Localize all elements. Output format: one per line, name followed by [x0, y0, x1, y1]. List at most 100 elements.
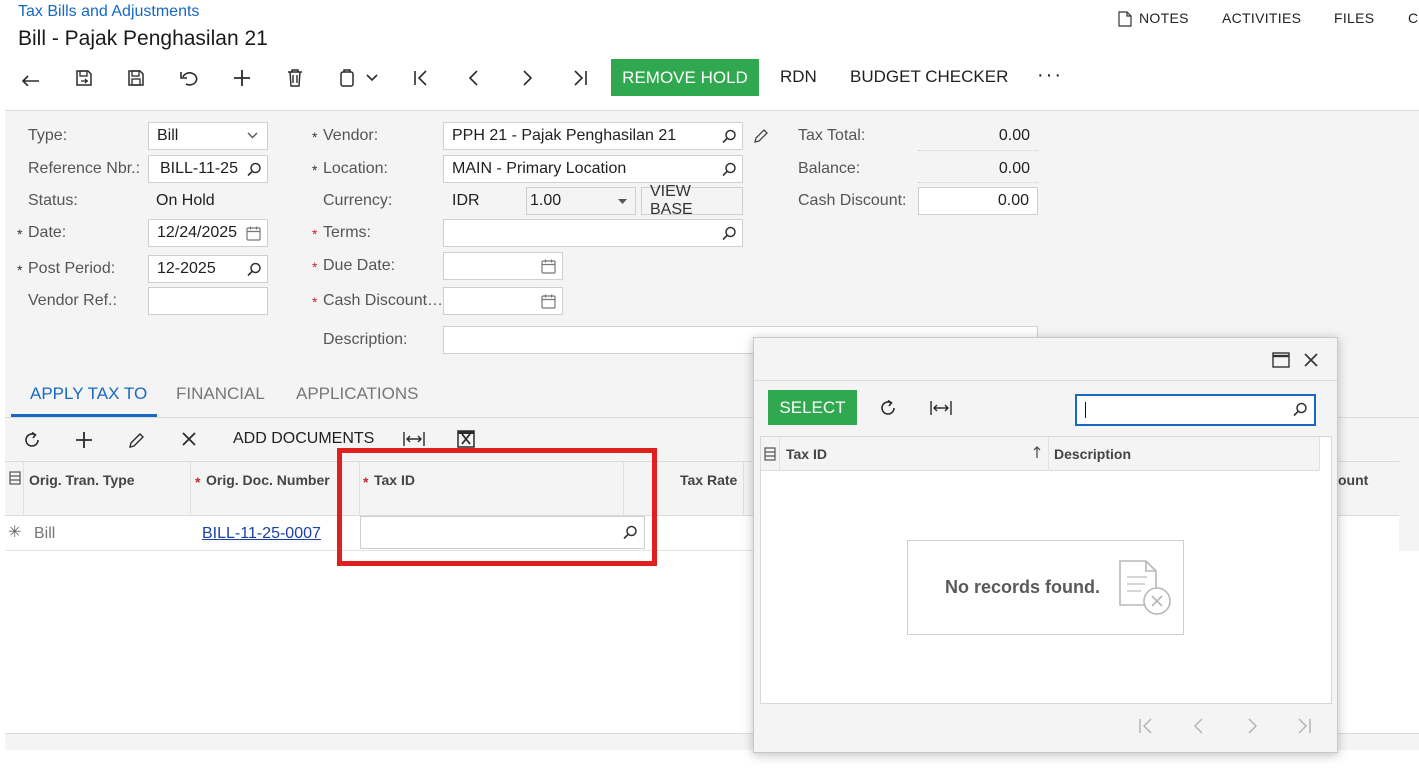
- col-divider: [743, 461, 744, 516]
- cash-discount-input[interactable]: 0.00: [918, 187, 1038, 215]
- col-divider: [1319, 437, 1320, 471]
- row-type[interactable]: Bill: [34, 525, 55, 543]
- col-orig-doc-number[interactable]: Orig. Doc. Number: [195, 472, 330, 490]
- rdn-button[interactable]: RDN: [780, 67, 817, 87]
- location-value: MAIN - Primary Location: [452, 160, 627, 177]
- vendor-ref-label: Vendor Ref.:: [28, 292, 117, 309]
- fit-columns-icon[interactable]: [930, 400, 952, 416]
- maximize-icon[interactable]: [1272, 352, 1290, 368]
- search-icon[interactable]: [1293, 402, 1308, 417]
- no-records-icon: [1116, 557, 1176, 617]
- reference-nbr-input[interactable]: BILL-11-25: [148, 155, 268, 183]
- select-button[interactable]: SELECT: [768, 390, 857, 425]
- add-row-icon[interactable]: [75, 431, 93, 449]
- currency-label: Currency:: [323, 192, 393, 209]
- calendar-icon[interactable]: [541, 294, 556, 309]
- calendar-icon[interactable]: [246, 226, 261, 241]
- currency-input[interactable]: IDR: [443, 187, 523, 215]
- notes-icon[interactable]: [1118, 11, 1132, 27]
- close-icon[interactable]: [1303, 352, 1319, 368]
- post-period-input[interactable]: 12-2025: [148, 255, 268, 283]
- notes-link[interactable]: NOTES: [1139, 10, 1189, 26]
- dialog-col-description[interactable]: Description: [1054, 446, 1131, 462]
- top-links: NOTES ACTIVITIES FILES C: [1118, 10, 1419, 30]
- next-record-icon[interactable]: [513, 66, 541, 90]
- search-icon[interactable]: [722, 129, 737, 144]
- type-value: Bill: [157, 127, 179, 144]
- more-actions-button[interactable]: ···: [1037, 64, 1063, 87]
- chevron-down-icon[interactable]: [362, 66, 382, 90]
- empty-state-message: No records found.: [945, 577, 1101, 597]
- export-excel-icon[interactable]: [457, 430, 475, 448]
- refresh-icon[interactable]: [23, 431, 41, 449]
- post-period-value: 12-2025: [157, 260, 216, 277]
- tax-total-label: Tax Total:: [798, 127, 866, 144]
- dialog-last-page-icon[interactable]: [1296, 718, 1312, 734]
- remove-hold-button[interactable]: REMOVE HOLD: [611, 59, 759, 96]
- vendor-ref-input[interactable]: [148, 287, 268, 315]
- calendar-icon[interactable]: [541, 259, 556, 274]
- dialog-prev-page-icon[interactable]: [1193, 718, 1205, 734]
- search-icon[interactable]: [247, 262, 262, 277]
- vendor-label: Vendor:: [312, 127, 378, 145]
- refresh-icon[interactable]: [879, 399, 897, 417]
- edit-pencil-icon[interactable]: [753, 128, 769, 144]
- tax-total-value: 0.00: [998, 127, 1030, 144]
- description-label: Description:: [323, 331, 408, 348]
- cash-discount-label: Cash Discount:: [798, 192, 907, 209]
- search-icon[interactable]: [722, 162, 737, 177]
- vendor-input[interactable]: PPH 21 - Pajak Penghasilan 21: [443, 122, 743, 150]
- col-orig-tran-type[interactable]: Orig. Tran. Type: [29, 472, 135, 488]
- currency-rate-value: 1.00: [530, 192, 562, 209]
- budget-checker-button[interactable]: BUDGET CHECKER: [850, 67, 1008, 87]
- edit-row-icon[interactable]: [128, 431, 146, 449]
- empty-state-box: No records found.: [907, 540, 1184, 635]
- dialog-first-page-icon[interactable]: [1138, 718, 1154, 734]
- dialog-grid: Tax ID Description No records found.: [760, 436, 1332, 704]
- row-selector-icon[interactable]: [764, 447, 776, 461]
- col-divider: [190, 461, 191, 516]
- undo-icon[interactable]: [175, 66, 203, 90]
- search-icon[interactable]: [722, 226, 737, 241]
- location-label: Location:: [312, 160, 388, 178]
- save-icon[interactable]: [122, 66, 150, 90]
- col-divider: [23, 461, 24, 516]
- delete-row-icon[interactable]: [181, 431, 197, 447]
- location-input[interactable]: MAIN - Primary Location: [443, 155, 743, 183]
- first-record-icon[interactable]: [407, 66, 435, 90]
- breadcrumb[interactable]: Tax Bills and Adjustments: [18, 3, 199, 21]
- add-icon[interactable]: [228, 66, 256, 90]
- add-documents-button[interactable]: ADD DOCUMENTS: [233, 430, 374, 448]
- tab-applications[interactable]: APPLICATIONS: [296, 384, 419, 404]
- date-input[interactable]: 12/24/2025: [148, 219, 268, 247]
- dialog-col-tax-id[interactable]: Tax ID: [786, 446, 827, 462]
- tax-lookup-dialog: SELECT Tax ID Description No records fou…: [753, 337, 1338, 753]
- fit-columns-icon[interactable]: [403, 431, 425, 447]
- terms-input[interactable]: [443, 219, 743, 247]
- last-record-icon[interactable]: [566, 66, 594, 90]
- previous-record-icon[interactable]: [460, 66, 488, 90]
- col-tax-rate[interactable]: Tax Rate: [680, 472, 737, 488]
- view-base-button[interactable]: VIEW BASE: [641, 183, 743, 218]
- back-icon[interactable]: [17, 66, 45, 90]
- type-select[interactable]: Bill: [148, 122, 268, 150]
- currency-rate-select[interactable]: 1.00: [526, 187, 636, 215]
- new-row-marker: ✳: [8, 524, 22, 541]
- due-date-input[interactable]: [443, 252, 563, 280]
- dialog-search-input[interactable]: [1075, 394, 1316, 426]
- activities-link[interactable]: ACTIVITIES: [1222, 10, 1301, 26]
- cash-discount-date-input[interactable]: [443, 287, 563, 315]
- tab-financial[interactable]: FINANCIAL: [176, 384, 265, 404]
- row-doc-number-link[interactable]: BILL-11-25-0007: [202, 525, 321, 543]
- search-icon[interactable]: [247, 162, 262, 177]
- row-selector-icon[interactable]: [9, 471, 21, 485]
- sort-ascending-icon[interactable]: [1033, 446, 1041, 459]
- more-link[interactable]: C: [1408, 10, 1418, 26]
- tab-apply-tax-to[interactable]: APPLY TAX TO: [30, 384, 147, 404]
- copy-paste-icon[interactable]: [334, 66, 362, 90]
- dialog-next-page-icon[interactable]: [1246, 718, 1258, 734]
- save-close-icon[interactable]: [70, 66, 98, 90]
- delete-icon[interactable]: [281, 66, 309, 90]
- files-link[interactable]: FILES: [1334, 10, 1374, 26]
- col-amount[interactable]: ount: [1338, 472, 1368, 488]
